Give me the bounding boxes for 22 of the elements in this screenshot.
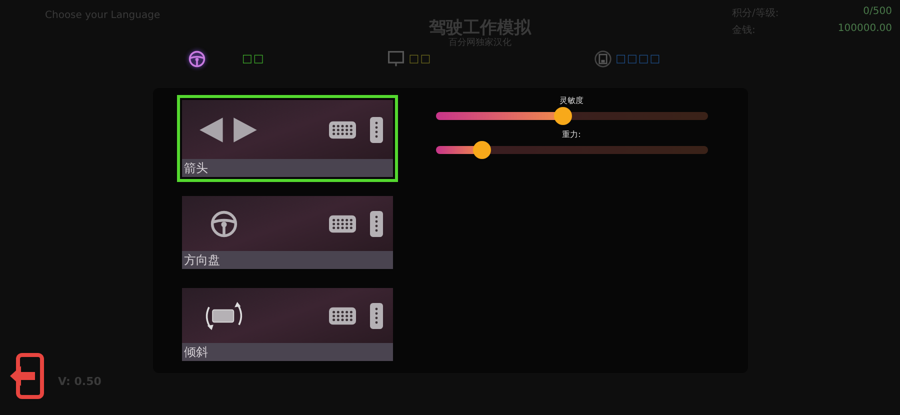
brake-pedal-icon	[329, 120, 356, 138]
control-option[interactable]: 箭头	[177, 95, 398, 182]
save-icon	[594, 50, 612, 68]
slider[interactable]	[436, 141, 708, 159]
gas-pedal-icon	[370, 302, 383, 328]
tab[interactable]: □□	[186, 50, 267, 68]
brake-pedal-icon	[329, 306, 356, 324]
slider-label: 灵敏度	[560, 95, 584, 107]
slider[interactable]	[436, 107, 708, 125]
stat-value: 0/500	[863, 6, 892, 19]
monitor-icon	[386, 50, 405, 68]
tab[interactable]: □□	[384, 50, 434, 68]
steering-wheel-icon	[188, 50, 206, 68]
steering-wheel-icon	[210, 210, 238, 238]
slider-thumb[interactable]	[554, 107, 572, 125]
slider-label: 重力:	[562, 129, 581, 141]
brake-pedal-icon	[329, 214, 356, 232]
slider-thumb[interactable]	[472, 141, 491, 159]
gas-pedal-icon	[370, 116, 383, 142]
exit-icon[interactable]	[8, 352, 46, 400]
gas-pedal-icon	[370, 210, 383, 236]
stat-value: 100000.00	[838, 23, 892, 36]
